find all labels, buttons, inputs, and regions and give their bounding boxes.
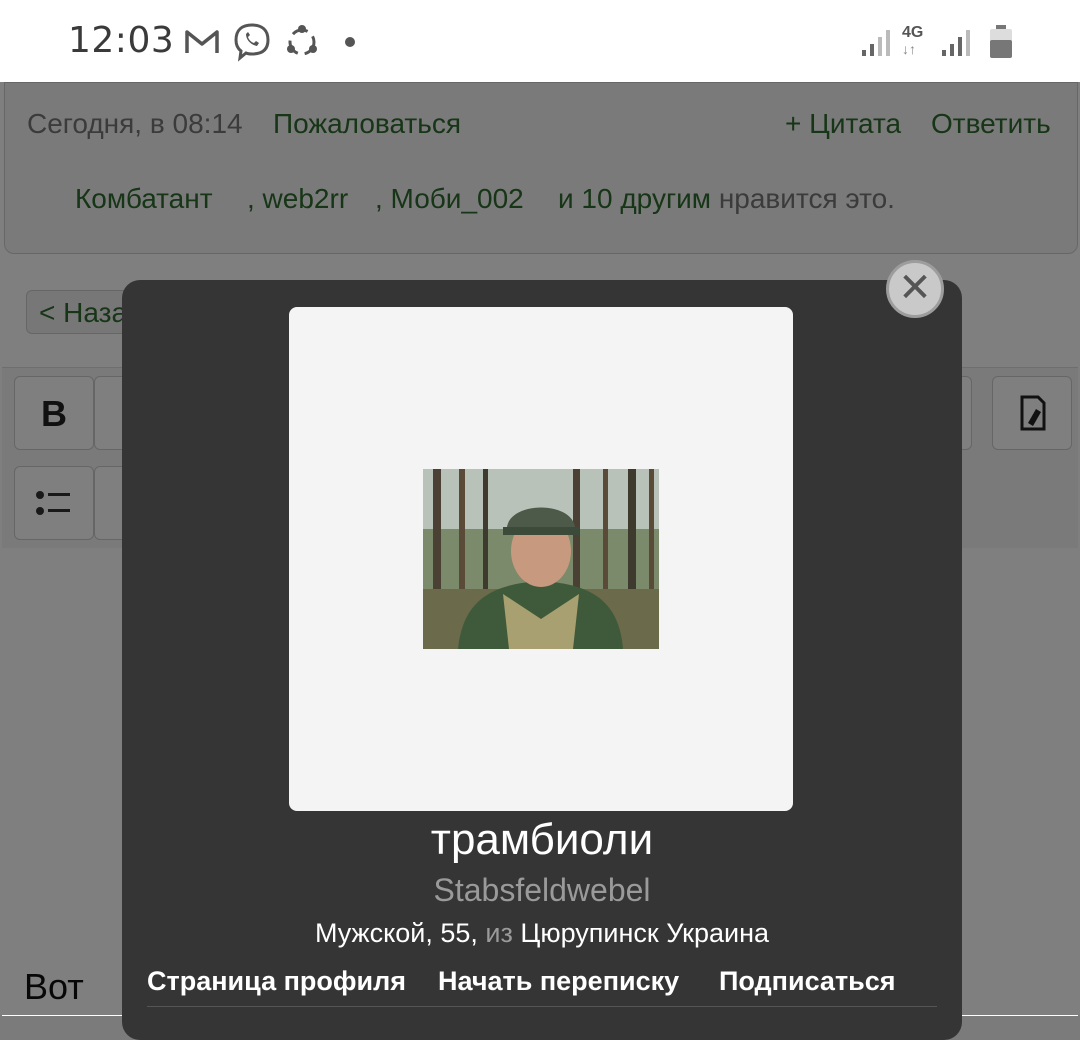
profile-gender-age: Мужской, 55, <box>314 918 478 948</box>
sync-icon <box>287 25 317 56</box>
notification-dot-icon <box>345 37 355 47</box>
profile-info: Мужской, 55, из Цюрупинск Украина <box>122 918 962 949</box>
clock: 12:03 <box>68 20 175 61</box>
close-icon: ✕ <box>898 266 932 310</box>
signal-icon <box>862 30 890 56</box>
signal-icon <box>942 30 970 56</box>
network-type: 4G <box>902 24 924 41</box>
divider <box>147 1006 937 1007</box>
avatar-photo <box>423 469 659 649</box>
profile-page-link[interactable]: Страница профиля <box>147 966 406 997</box>
start-conversation-link[interactable]: Начать переписку <box>438 966 679 997</box>
profile-rank: Stabsfeldwebel <box>433 872 651 908</box>
network-4g-icon: 4G ↓↑ <box>902 24 924 57</box>
avatar-frame <box>289 307 793 811</box>
profile-actions: Страница профиля Начать переписку Подпис… <box>147 966 937 1006</box>
profile-modal: трамбиоли Stabsfeldwebel Мужской, 55, из… <box>122 280 962 1040</box>
status-bar: 12:03 4G ↓↑ <box>0 0 1080 82</box>
avatar <box>423 469 659 649</box>
profile-location: Цюрупинск Украина <box>520 918 770 948</box>
close-button[interactable]: ✕ <box>886 260 944 318</box>
viber-icon <box>234 23 270 62</box>
follow-link[interactable]: Подписаться <box>719 966 896 997</box>
battery-icon <box>990 25 1012 58</box>
gmail-icon <box>185 30 219 53</box>
profile-from-label: из <box>485 918 513 948</box>
profile-username: трамбиоли <box>430 815 654 864</box>
